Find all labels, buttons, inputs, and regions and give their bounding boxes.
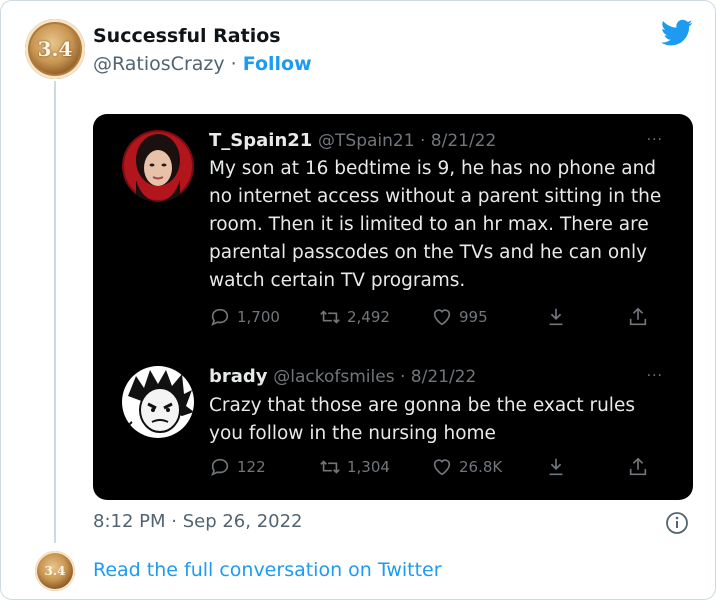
separator-dot: · [230,53,237,75]
share-icon [629,457,647,476]
tweet-1-date: 8/21/22 [430,131,497,151]
tweet-1-name: T_Spain21 [209,130,313,151]
tweet-2-retweet: 1,304 [319,456,390,478]
tweet-2-share [627,456,649,478]
tweet-2-like-count: 26.8K [459,458,503,476]
follow-button[interactable]: Follow [243,53,312,75]
embedded-screenshot: T_Spain21 @TSpain21 · 8/21/22 ··· My son… [93,114,693,500]
avatar-text: 3.4 [37,37,73,61]
reply-icon [211,308,229,326]
tweet-1-actions: 1,700 2,492 995 [209,306,659,332]
thread-line [54,81,56,543]
twitter-bird-icon[interactable] [661,19,693,47]
tweet-1-reply: 1,700 [209,306,280,328]
tweet-1-like: 995 [431,306,488,328]
reply-avatar-text: 3.4 [44,564,66,578]
info-icon[interactable] [665,511,689,535]
tweet-2-reply-count: 122 [237,458,266,476]
tweet-2-avatar [122,366,194,438]
tweet-1-retweet: 2,492 [319,306,390,328]
tweet-1-avatar [122,130,194,202]
tweet-2-handle: @lackofsmiles [273,367,395,387]
tweet-2-name: brady [209,366,268,387]
download-icon [549,458,563,476]
tweet-1-share [627,306,649,328]
tweet-1-header: T_Spain21 @TSpain21 · 8/21/22 [209,130,497,151]
tweet-2-like: 26.8K [431,456,502,478]
read-conversation-link[interactable]: Read the full conversation on Twitter [93,559,442,581]
tweet-1-retweet-count: 2,492 [347,308,390,326]
tweet-1-handle: @TSpain21 [318,131,415,151]
tweet-2-header: brady @lackofsmiles · 8/21/22 [209,366,477,387]
tweet-card: 3.4 Successful Ratios @RatiosCrazy · Fol… [0,0,716,600]
reply-icon [211,458,229,476]
tweet-1-download [545,306,567,328]
tweet-2-reply: 122 [209,456,266,478]
author-handle[interactable]: @RatiosCrazy [93,53,225,75]
heart-icon [433,309,451,326]
tweet-2-actions: 122 1,304 26.8K [209,456,659,482]
tweet-timestamp[interactable]: 8:12 PM · Sep 26, 2022 [93,511,303,532]
author-name[interactable]: Successful Ratios [93,25,281,47]
tweet-1-like-count: 995 [459,308,488,326]
tweet-2-download [545,456,567,478]
share-icon [629,307,647,326]
heart-icon [433,459,451,476]
tweet-1-more-icon: ··· [646,132,663,148]
retweet-icon [320,310,340,324]
author-avatar[interactable]: 3.4 [25,19,85,79]
tweet-2-date: 8/21/22 [410,367,477,387]
author-handle-row: @RatiosCrazy · Follow [93,53,312,75]
tweet-2-text: Crazy that those are gonna be the exact … [209,395,635,444]
tweet-1-reply-count: 1,700 [237,308,280,326]
reply-avatar[interactable]: 3.4 [35,551,75,591]
tweet-2-more-icon: ··· [646,368,663,384]
tweet-1-text: My son at 16 bedtime is 9, he has no pho… [209,158,662,291]
retweet-icon [320,460,340,474]
tweet-2-retweet-count: 1,304 [347,458,390,476]
download-icon [549,308,563,326]
